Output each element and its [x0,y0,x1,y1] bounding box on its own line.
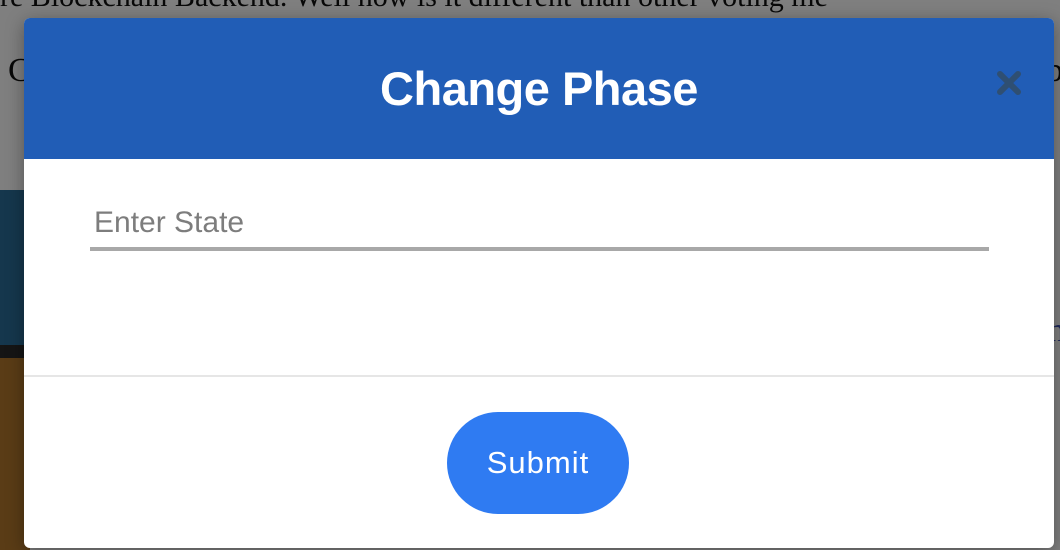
modal-body [24,159,1054,377]
modal-footer: Submit [24,377,1054,548]
change-phase-modal: Change Phase Submit [24,18,1054,548]
close-button[interactable] [992,66,1026,100]
modal-header: Change Phase [24,18,1054,159]
submit-button[interactable]: Submit [447,412,629,514]
state-input[interactable] [90,199,989,251]
modal-title: Change Phase [380,62,698,115]
close-icon [997,71,1021,95]
